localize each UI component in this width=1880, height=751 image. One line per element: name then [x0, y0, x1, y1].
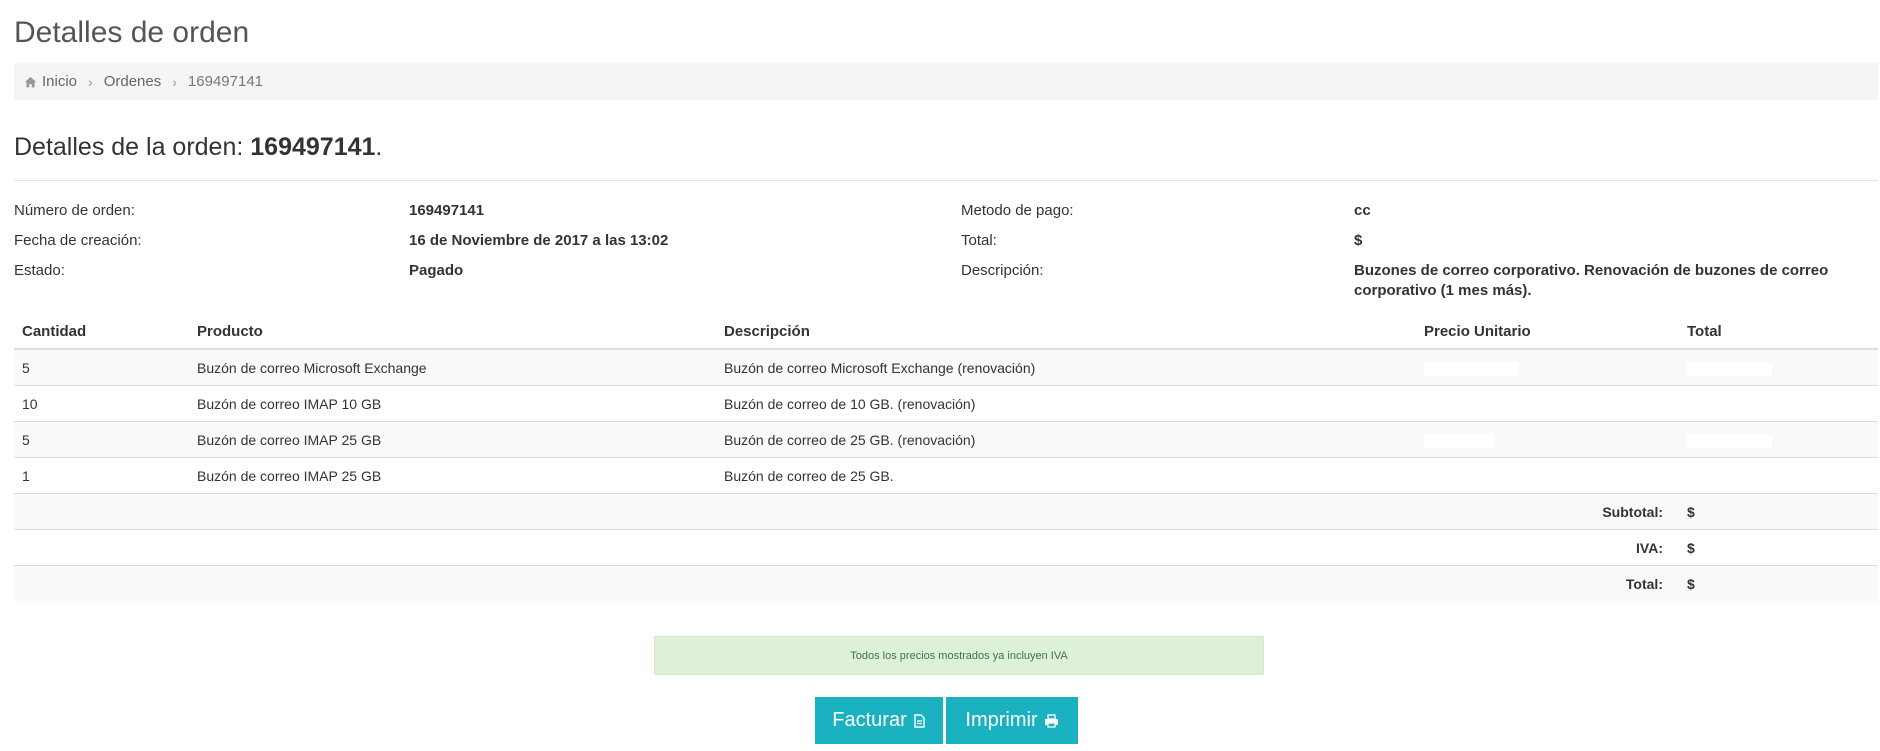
breadcrumb-orders-link[interactable]: Ordenes: [104, 73, 162, 90]
total-label: Total:: [961, 232, 997, 249]
column-header-total: Total: [1679, 314, 1878, 350]
home-icon: [24, 76, 37, 88]
order-heading: Detalles de la orden: 169497141.: [14, 133, 382, 162]
order-items-table: Cantidad Producto Descripción Precio Uni…: [14, 314, 1878, 601]
row-description: Buzón de correo de 10 GB. (renovación): [716, 385, 1416, 422]
created-date-label: Fecha de creación:: [14, 232, 142, 249]
status-label: Estado:: [14, 262, 65, 279]
payment-method-value: cc: [1354, 202, 1371, 219]
file-icon: [914, 713, 925, 728]
summary-row-subtotal: Subtotal: $: [14, 493, 1878, 530]
row-description: Buzón de correo Microsoft Exchange (reno…: [716, 348, 1416, 386]
row-unit-price: [1416, 457, 1679, 494]
breadcrumb: Inicio › Ordenes › 169497141: [14, 63, 1878, 100]
print-button[interactable]: Imprimir: [946, 697, 1078, 744]
order-number-value: 169497141: [409, 202, 485, 219]
row-product: Buzón de correo IMAP 10 GB: [189, 385, 716, 422]
breadcrumb-current: 169497141: [187, 73, 264, 90]
created-date-value: 16 de Noviembre de 2017 a las 13:02: [409, 232, 669, 249]
table-row: 5 Buzón de correo Microsoft Exchange Buz…: [14, 348, 1878, 386]
row-total: [1679, 421, 1878, 458]
breadcrumb-separator-icon: ›: [88, 73, 93, 90]
row-product: Buzón de correo Microsoft Exchange: [189, 348, 716, 386]
redacted-value: [1687, 361, 1772, 376]
table-row: 5 Buzón de correo IMAP 25 GB Buzón de co…: [14, 421, 1878, 458]
print-button-label: Imprimir: [965, 709, 1038, 731]
row-total: [1679, 348, 1878, 386]
order-heading-suffix: .: [375, 133, 383, 161]
row-description: Buzón de correo de 25 GB. (renovación): [716, 421, 1416, 458]
divider: [14, 180, 1878, 181]
row-description: Buzón de correo de 25 GB.: [716, 457, 1416, 494]
subtotal-value: $: [1679, 493, 1878, 530]
row-quantity: 10: [14, 385, 189, 422]
redacted-value: [1687, 433, 1772, 448]
grand-total-label: Total:: [14, 565, 1679, 601]
description-label: Descripción:: [961, 262, 1044, 279]
order-heading-number: 169497141: [250, 133, 376, 161]
table-row: 10 Buzón de correo IMAP 10 GB Buzón de c…: [14, 385, 1878, 422]
grand-total-value: $: [1679, 565, 1878, 601]
breadcrumb-separator-icon: ›: [172, 73, 177, 90]
row-unit-price: [1416, 421, 1679, 458]
row-product: Buzón de correo IMAP 25 GB: [189, 457, 716, 494]
row-unit-price: [1416, 385, 1679, 422]
total-value: $: [1354, 232, 1363, 249]
column-header-unit-price: Precio Unitario: [1416, 314, 1679, 350]
column-header-description: Descripción: [716, 314, 1416, 350]
invoice-button[interactable]: Facturar: [815, 697, 943, 744]
summary-row-total: Total: $: [14, 565, 1878, 601]
payment-method-label: Metodo de pago:: [961, 202, 1074, 219]
breadcrumb-home-link[interactable]: Inicio: [42, 73, 77, 90]
row-quantity: 5: [14, 348, 189, 386]
order-heading-prefix: Detalles de la orden:: [14, 133, 251, 161]
column-header-product: Producto: [189, 314, 716, 350]
row-quantity: 1: [14, 457, 189, 494]
status-value: Pagado: [409, 262, 464, 279]
invoice-button-label: Facturar: [832, 709, 907, 731]
row-total: [1679, 385, 1878, 422]
iva-notice: Todos los precios mostrados ya incluyen …: [654, 636, 1264, 675]
iva-value: $: [1679, 529, 1878, 566]
page-title: Detalles de orden: [14, 16, 250, 49]
subtotal-label: Subtotal:: [14, 493, 1679, 530]
iva-label: IVA:: [14, 529, 1679, 566]
summary-row-iva: IVA: $: [14, 529, 1878, 566]
order-number-label: Número de orden:: [14, 202, 135, 219]
redacted-value: [1424, 361, 1519, 376]
table-header-row: Cantidad Producto Descripción Precio Uni…: [14, 314, 1878, 350]
column-header-quantity: Cantidad: [14, 314, 189, 350]
row-unit-price: [1416, 348, 1679, 386]
table-row: 1 Buzón de correo IMAP 25 GB Buzón de co…: [14, 457, 1878, 494]
row-total: [1679, 457, 1878, 494]
redacted-value: [1424, 433, 1494, 448]
row-quantity: 5: [14, 421, 189, 458]
description-value: Buzones de correo corporativo. Renovació…: [1354, 262, 1829, 299]
print-icon: [1044, 713, 1058, 728]
row-product: Buzón de correo IMAP 25 GB: [189, 421, 716, 458]
